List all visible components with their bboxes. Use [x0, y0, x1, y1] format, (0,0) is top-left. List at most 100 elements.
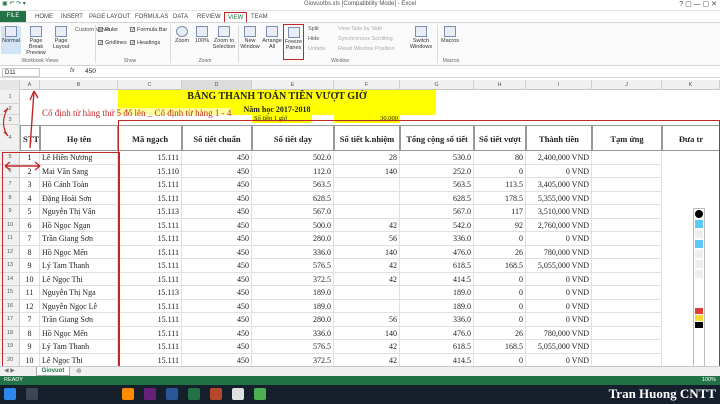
hand-icon[interactable] — [695, 260, 703, 268]
table-cell[interactable]: Hồ Ngọc Ngạn — [40, 218, 118, 232]
table-cell[interactable]: 15.111 — [118, 232, 182, 246]
row-header[interactable]: 9 — [0, 205, 20, 219]
switch-windows-button[interactable]: Switch Windows — [408, 26, 434, 50]
column-header[interactable]: G — [400, 80, 474, 90]
table-cell[interactable] — [592, 245, 662, 259]
table-cell[interactable]: 450 — [182, 353, 252, 366]
table-cell[interactable]: 10 — [20, 272, 40, 286]
table-cell[interactable]: Lê Ngọc Thi — [40, 353, 118, 366]
table-cell[interactable]: 0 — [474, 232, 526, 246]
table-cell[interactable]: Lê Ngọc Thi — [40, 272, 118, 286]
table-cell[interactable]: 414.5 — [400, 353, 474, 366]
table-cell[interactable]: 780,000 VND — [526, 245, 592, 259]
table-cell[interactable] — [334, 191, 400, 205]
hide-button[interactable]: Hide — [308, 36, 319, 42]
table-cell[interactable]: 0 VND — [526, 299, 592, 313]
table-cell[interactable]: 450 — [182, 272, 252, 286]
row-header[interactable]: 13 — [0, 259, 20, 273]
table-cell[interactable]: Nguyễn Thị Vân — [40, 205, 118, 219]
table-cell[interactable] — [334, 299, 400, 313]
table-cell[interactable]: 450 — [182, 151, 252, 165]
visual-studio-icon[interactable] — [144, 388, 156, 400]
formula-input[interactable]: 450 — [85, 68, 96, 75]
row-header[interactable]: 18 — [0, 327, 20, 340]
table-cell[interactable]: 450 — [182, 299, 252, 313]
tab-home[interactable]: HOME — [32, 12, 56, 22]
tab-page-layout[interactable]: PAGE LAYOUT — [86, 12, 133, 22]
table-cell[interactable]: Hồ Ngọc Mến — [40, 245, 118, 259]
table-cell[interactable]: 280.0 — [252, 313, 334, 327]
table-cell[interactable]: 42 — [334, 218, 400, 232]
add-sheet-icon[interactable]: ⊕ — [76, 367, 82, 375]
table-cell[interactable]: 140 — [334, 245, 400, 259]
table-cell[interactable]: 15.111 — [118, 340, 182, 354]
arrange-all-button[interactable]: Arrange All — [262, 26, 282, 50]
table-cell[interactable]: 189.0 — [252, 286, 334, 300]
table-cell[interactable]: 9 — [20, 259, 40, 273]
table-cell[interactable]: 618.5 — [400, 259, 474, 273]
sheet-tab-giovuot[interactable]: Giovuot — [36, 367, 70, 376]
table-cell[interactable]: 15.111 — [118, 313, 182, 327]
quick-access-toolbar[interactable]: ▣ ↶ ↷ ▾ — [2, 0, 62, 7]
table-cell[interactable]: 372.5 — [252, 272, 334, 286]
column-header[interactable]: H — [474, 80, 526, 90]
table-cell[interactable]: 92 — [474, 218, 526, 232]
table-cell[interactable]: 15.111 — [118, 259, 182, 273]
tab-review[interactable]: REVIEW — [194, 12, 224, 22]
tab-insert[interactable]: INSERT — [58, 12, 86, 22]
table-cell[interactable]: 0 — [474, 299, 526, 313]
table-cell[interactable]: 450 — [182, 232, 252, 246]
table-cell[interactable]: 450 — [182, 218, 252, 232]
table-cell[interactable]: 628.5 — [400, 191, 474, 205]
zoom-level[interactable]: 100% — [702, 376, 716, 385]
table-cell[interactable]: 0 — [474, 313, 526, 327]
table-cell[interactable]: 336.0 — [252, 245, 334, 259]
table-cell[interactable]: 252.0 — [400, 164, 474, 178]
table-cell[interactable]: Nguyễn Ngọc Lễ — [40, 299, 118, 313]
table-cell[interactable]: 28 — [334, 151, 400, 165]
table-cell[interactable]: 450 — [182, 205, 252, 219]
table-cell[interactable]: 80 — [474, 151, 526, 165]
table-cell[interactable]: Lý Tam Thanh — [40, 340, 118, 354]
table-cell[interactable]: 15.111 — [118, 151, 182, 165]
paint-icon[interactable] — [232, 388, 244, 400]
table-cell[interactable]: 450 — [182, 191, 252, 205]
table-cell[interactable]: 0 VND — [526, 232, 592, 246]
table-cell[interactable]: 780,000 VND — [526, 326, 592, 340]
row-header[interactable]: 14 — [0, 273, 20, 286]
tab-formulas[interactable]: FORMULAS — [132, 12, 171, 22]
unhide-button[interactable]: Unhide — [308, 46, 325, 52]
table-cell[interactable]: 3,510,000 VND — [526, 205, 592, 219]
start-icon[interactable] — [4, 388, 16, 400]
table-cell[interactable] — [592, 205, 662, 219]
table-cell[interactable]: 567.0 — [252, 205, 334, 219]
table-cell[interactable]: 0 — [474, 286, 526, 300]
fx-icon[interactable]: fx — [70, 68, 75, 74]
table-cell[interactable]: 2,400,000 VND — [526, 151, 592, 165]
table-cell[interactable] — [592, 218, 662, 232]
gridlines-checkbox[interactable]: ✓ Gridlines — [98, 40, 127, 46]
table-cell[interactable]: 140 — [334, 164, 400, 178]
app-icon[interactable] — [254, 388, 266, 400]
table-cell[interactable]: 117 — [474, 205, 526, 219]
table-cell[interactable]: 10 — [20, 353, 40, 366]
color-yellow-swatch[interactable] — [695, 315, 703, 321]
table-cell[interactable]: 5,355,000 VND — [526, 191, 592, 205]
table-cell[interactable]: 5 — [20, 205, 40, 219]
table-cell[interactable]: 26 — [474, 326, 526, 340]
table-cell[interactable]: 567.0 — [400, 205, 474, 219]
color-black-swatch[interactable] — [695, 322, 703, 328]
table-cell[interactable]: 7 — [20, 232, 40, 246]
table-cell[interactable]: 0 VND — [526, 313, 592, 327]
table-cell[interactable]: 15.111 — [118, 272, 182, 286]
table-cell[interactable]: 15.110 — [118, 164, 182, 178]
table-cell[interactable]: 56 — [334, 313, 400, 327]
formula-bar-checkbox[interactable]: ✓ Formula Bar — [130, 27, 167, 33]
excel-icon[interactable] — [188, 388, 200, 400]
table-cell[interactable]: 140 — [334, 326, 400, 340]
table-cell[interactable]: 5,055,000 VND — [526, 259, 592, 273]
table-cell[interactable]: 189.0 — [400, 286, 474, 300]
table-cell[interactable]: 0 — [474, 272, 526, 286]
table-cell[interactable] — [334, 286, 400, 300]
table-cell[interactable] — [592, 178, 662, 192]
